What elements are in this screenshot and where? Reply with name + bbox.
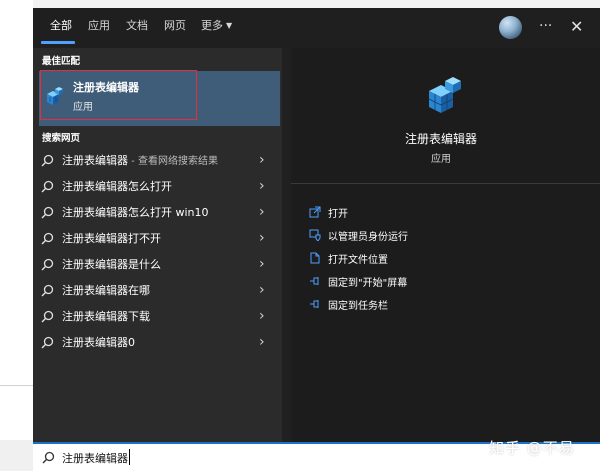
- ellipsis-icon[interactable]: ···: [539, 16, 552, 36]
- chevron-down-icon: ▼: [226, 21, 233, 30]
- preview-title: 注册表编辑器: [404, 132, 477, 146]
- search-icon: [41, 206, 54, 219]
- tab-apps[interactable]: 应用: [88, 8, 110, 48]
- search-icon: [41, 232, 54, 245]
- action-pin-to-start-label: 固定到"开始"屏幕: [328, 278, 408, 289]
- tab-more[interactable]: 更多 ▼: [201, 8, 232, 48]
- best-match-title: 注册表编辑器: [73, 81, 139, 94]
- list-item[interactable]: 注册表编辑器怎么打开 ›: [33, 174, 282, 200]
- registry-editor-icon: [428, 77, 461, 113]
- result-text: 注册表编辑器: [62, 154, 128, 167]
- tab-documents[interactable]: 文档: [126, 8, 148, 48]
- action-open-file-location-label: 打开文件位置: [328, 255, 388, 266]
- result-label: 注册表编辑器是什么: [62, 258, 161, 271]
- preview-pane: 注册表编辑器 应用 打开 以管理员身份运行 打开文件位置 固定到"开始"屏幕 固…: [291, 48, 600, 442]
- watermark: 知乎 @不易: [489, 439, 575, 457]
- chevron-right-icon[interactable]: ›: [259, 204, 265, 220]
- tab-web-label: 网页: [164, 19, 186, 32]
- chevron-right-icon[interactable]: ›: [259, 334, 265, 350]
- chevron-right-icon[interactable]: ›: [259, 282, 265, 298]
- search-icon: [41, 180, 54, 193]
- result-label: 注册表编辑器怎么打开: [62, 180, 172, 193]
- search-icon: [42, 451, 55, 464]
- background-divider: [0, 385, 33, 386]
- action-pin-to-taskbar-label: 固定到任务栏: [328, 301, 388, 312]
- best-match-label: 最佳匹配: [42, 56, 81, 67]
- list-item[interactable]: 注册表编辑器怎么打开 win10 ›: [33, 200, 282, 226]
- chevron-right-icon[interactable]: ›: [259, 256, 265, 272]
- web-search-label: 搜索网页: [42, 133, 81, 144]
- preview-subtitle: 应用: [431, 154, 451, 165]
- result-suffix: - 查看网络搜索结果: [128, 156, 218, 167]
- result-label: 注册表编辑器 - 查看网络搜索结果: [62, 152, 218, 168]
- search-icon: [41, 154, 54, 167]
- filter-tab-bar: 全部 应用 文档 网页 更多 ▼ ··· ✕: [33, 8, 600, 48]
- search-icon: [41, 284, 54, 297]
- screen: 全部 应用 文档 网页 更多 ▼ ··· ✕ 最佳匹配 注册表编辑器 应用 搜索…: [0, 0, 600, 471]
- pin-icon: [310, 300, 319, 308]
- file-location-icon: [310, 252, 320, 264]
- search-icon: [41, 336, 54, 349]
- action-run-as-admin-label: 以管理员身份运行: [328, 232, 408, 243]
- tab-all-label: 全部: [50, 19, 72, 32]
- list-item[interactable]: 注册表编辑器下载 ›: [33, 304, 282, 330]
- result-label: 注册表编辑器0: [62, 336, 135, 349]
- results-pane: 最佳匹配 注册表编辑器 应用 搜索网页 注册表编辑器 - 查看网络搜索结果 ›: [33, 48, 282, 442]
- chevron-right-icon[interactable]: ›: [259, 178, 265, 194]
- pin-icon: [310, 277, 319, 285]
- active-tab-indicator: [41, 41, 75, 44]
- action-open-label: 打开: [328, 209, 348, 220]
- result-label: 注册表编辑器在哪: [62, 284, 150, 297]
- search-icon: [41, 310, 54, 323]
- list-item[interactable]: 注册表编辑器打不开 ›: [33, 226, 282, 252]
- close-icon[interactable]: ✕: [570, 17, 583, 37]
- open-icon: [309, 206, 321, 218]
- tab-apps-label: 应用: [88, 19, 110, 32]
- list-item[interactable]: 注册表编辑器 - 查看网络搜索结果 ›: [33, 148, 282, 174]
- list-item[interactable]: 注册表编辑器是什么 ›: [33, 252, 282, 278]
- search-icon: [41, 258, 54, 271]
- search-input[interactable]: 注册表编辑器: [62, 450, 128, 466]
- registry-editor-icon: [47, 87, 63, 105]
- list-item[interactable]: 注册表编辑器0 ›: [33, 330, 282, 356]
- chevron-right-icon[interactable]: ›: [259, 308, 265, 324]
- tab-documents-label: 文档: [126, 19, 148, 32]
- best-match-subtitle: 应用: [73, 102, 93, 113]
- result-label: 注册表编辑器怎么打开 win10: [62, 206, 209, 219]
- list-item[interactable]: 注册表编辑器在哪 ›: [33, 278, 282, 304]
- tab-web[interactable]: 网页: [164, 8, 186, 48]
- tab-more-label: 更多: [201, 19, 223, 32]
- chevron-right-icon[interactable]: ›: [259, 152, 265, 168]
- search-flyout: 全部 应用 文档 网页 更多 ▼ ··· ✕ 最佳匹配 注册表编辑器 应用 搜索…: [33, 8, 600, 442]
- result-label: 注册表编辑器打不开: [62, 232, 161, 245]
- run-as-admin-icon: [309, 229, 321, 241]
- avatar[interactable]: [499, 16, 522, 39]
- text-caret: [129, 449, 130, 465]
- background-window: [0, 0, 33, 471]
- chevron-right-icon[interactable]: ›: [259, 230, 265, 246]
- divider: [291, 183, 600, 184]
- result-label: 注册表编辑器下载: [62, 310, 150, 323]
